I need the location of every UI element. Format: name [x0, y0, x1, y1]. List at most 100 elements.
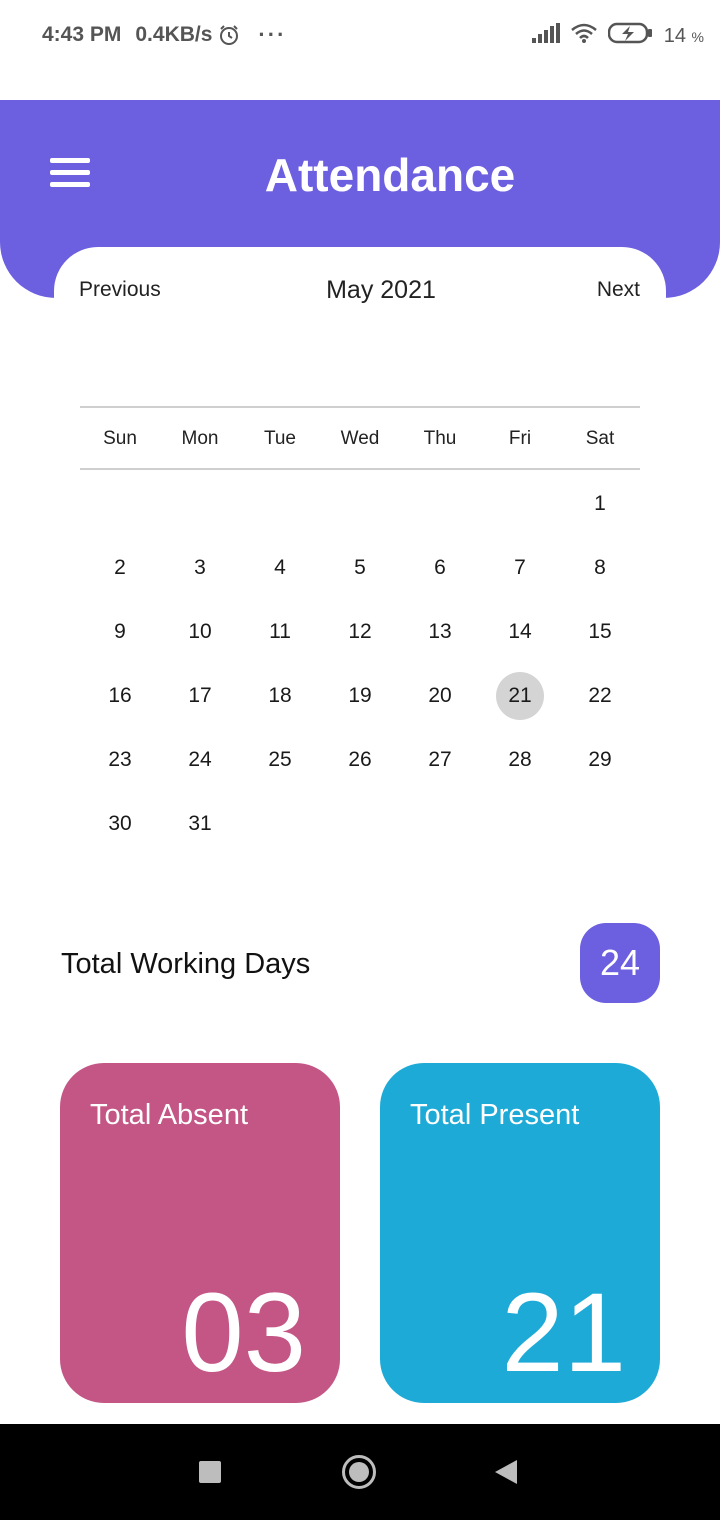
calendar-day-2[interactable]: 2 [80, 536, 160, 600]
calendar-day-number: 6 [434, 556, 446, 579]
calendar-day-1[interactable]: 1 [560, 472, 640, 536]
calendar-empty-cell [160, 472, 240, 536]
calendar-day-10[interactable]: 10 [160, 600, 240, 664]
calendar-day-number: 10 [188, 620, 212, 643]
battery-percent: 14 % [663, 24, 704, 47]
signal-icon [531, 23, 560, 49]
more-dots: ··· [258, 22, 287, 47]
calendar-day-29[interactable]: 29 [560, 728, 640, 792]
total-present-card[interactable]: Total Present 21 [380, 1063, 660, 1403]
calendar-day-22[interactable]: 22 [560, 664, 640, 728]
calendar-day-number: 17 [188, 684, 212, 707]
weekday-wed: Wed [340, 428, 380, 449]
weekday-mon: Mon [181, 428, 219, 449]
calendar-day-27[interactable]: 27 [400, 728, 480, 792]
calendar-days-grid: 1 2 3 4 5 6 7 8 9 10 11 12 13 14 15 16 17 18 19 20 21 22 23 24 2… [80, 472, 640, 856]
total-absent-label: Total Absent [90, 1099, 248, 1131]
calendar-day-21[interactable]: 21 [480, 664, 560, 728]
calendar-day-number: 4 [274, 556, 286, 579]
back-triangle-icon[interactable] [495, 1460, 517, 1484]
calendar-divider-top [80, 406, 640, 408]
calendar-day-28[interactable]: 28 [480, 728, 560, 792]
weekday-thu: Thu [423, 428, 457, 449]
calendar-day-number: 14 [508, 620, 532, 643]
calendar-day-number: 24 [188, 748, 212, 771]
calendar-day-number: 11 [269, 620, 291, 643]
weekday-tue: Tue [263, 428, 297, 449]
calendar-day-12[interactable]: 12 [320, 600, 400, 664]
weekday-sun: Sun [103, 428, 137, 449]
alarm-icon [218, 24, 240, 46]
calendar-day-15[interactable]: 15 [560, 600, 640, 664]
calendar-day-18[interactable]: 18 [240, 664, 320, 728]
calendar-day-16[interactable]: 16 [80, 664, 160, 728]
calendar-day-number: 19 [348, 684, 372, 707]
calendar-day-number: 18 [268, 684, 292, 707]
calendar-day-5[interactable]: 5 [320, 536, 400, 600]
calendar-day-number: 21 [496, 672, 544, 720]
page-title: Attendance [264, 149, 516, 201]
calendar-day-number: 23 [108, 748, 132, 771]
recents-square-icon[interactable] [199, 1461, 221, 1483]
calendar-day-number: 12 [348, 620, 372, 643]
calendar-day-25[interactable]: 25 [240, 728, 320, 792]
calendar-day-number: 26 [348, 748, 372, 771]
calendar-day-26[interactable]: 26 [320, 728, 400, 792]
calendar-day-4[interactable]: 4 [240, 536, 320, 600]
calendar-day-number: 20 [428, 684, 452, 707]
calendar-day-20[interactable]: 20 [400, 664, 480, 728]
calendar-day-23[interactable]: 23 [80, 728, 160, 792]
weekday-fri: Fri [508, 428, 532, 449]
calendar-day-9[interactable]: 9 [80, 600, 160, 664]
status-net-speed: 0.4KB/s [135, 23, 213, 46]
system-nav-bar [0, 1424, 720, 1520]
calendar-day-30[interactable]: 30 [80, 792, 160, 856]
total-working-days-badge: 24 [580, 923, 660, 1003]
calendar-day-number: 22 [588, 684, 612, 707]
calendar-day-17[interactable]: 17 [160, 664, 240, 728]
calendar-day-number: 15 [588, 620, 612, 643]
calendar-day-3[interactable]: 3 [160, 536, 240, 600]
calendar-empty-cell [480, 472, 560, 536]
calendar-day-number: 8 [594, 556, 606, 579]
total-present-label: Total Present [410, 1099, 580, 1131]
calendar-empty-cell [80, 472, 160, 536]
calendar-day-11[interactable]: 11 [240, 600, 320, 664]
total-absent-value: 03 [181, 1270, 306, 1395]
wifi-icon [570, 22, 598, 50]
calendar-day-24[interactable]: 24 [160, 728, 240, 792]
home-circle-icon[interactable] [342, 1455, 376, 1489]
calendar-day-7[interactable]: 7 [480, 536, 560, 600]
calendar-day-14[interactable]: 14 [480, 600, 560, 664]
calendar-day-number: 7 [514, 556, 526, 579]
calendar-day-number: 5 [354, 556, 366, 579]
calendar-day-number: 3 [194, 556, 206, 579]
calendar-day-number: 9 [114, 620, 126, 643]
calendar-day-number: 27 [428, 748, 452, 771]
calendar-day-number: 29 [588, 748, 612, 771]
battery-charging-icon [607, 22, 654, 50]
status-left: 4:43 PM 0.4KB/s ··· [42, 22, 286, 48]
calendar-empty-cell [320, 472, 400, 536]
status-bar: 4:43 PM 0.4KB/s ··· 14 % [0, 0, 720, 70]
weekday-sat: Sat [585, 428, 615, 449]
calendar-day-8[interactable]: 8 [560, 536, 640, 600]
calendar-day-31[interactable]: 31 [160, 792, 240, 856]
calendar-day-number: 16 [108, 684, 132, 707]
calendar-day-number: 13 [428, 620, 452, 643]
total-absent-card[interactable]: Total Absent 03 [60, 1063, 340, 1403]
next-month-button[interactable]: Next [597, 278, 640, 302]
calendar-empty-cell [240, 472, 320, 536]
calendar-day-number: 25 [268, 748, 292, 771]
calendar-day-13[interactable]: 13 [400, 600, 480, 664]
calendar-day-19[interactable]: 19 [320, 664, 400, 728]
calendar-day-number: 28 [508, 748, 532, 771]
status-time: 4:43 PM [42, 23, 122, 46]
total-present-value: 21 [501, 1270, 626, 1395]
calendar-day-6[interactable]: 6 [400, 536, 480, 600]
calendar-empty-cell [400, 472, 480, 536]
calendar-day-number: 1 [594, 492, 606, 515]
calendar-day-number: 30 [108, 812, 132, 835]
weekday-header: Sun Mon Tue Wed Thu Fri Sat [80, 428, 640, 450]
calendar-day-number: 2 [114, 556, 126, 579]
